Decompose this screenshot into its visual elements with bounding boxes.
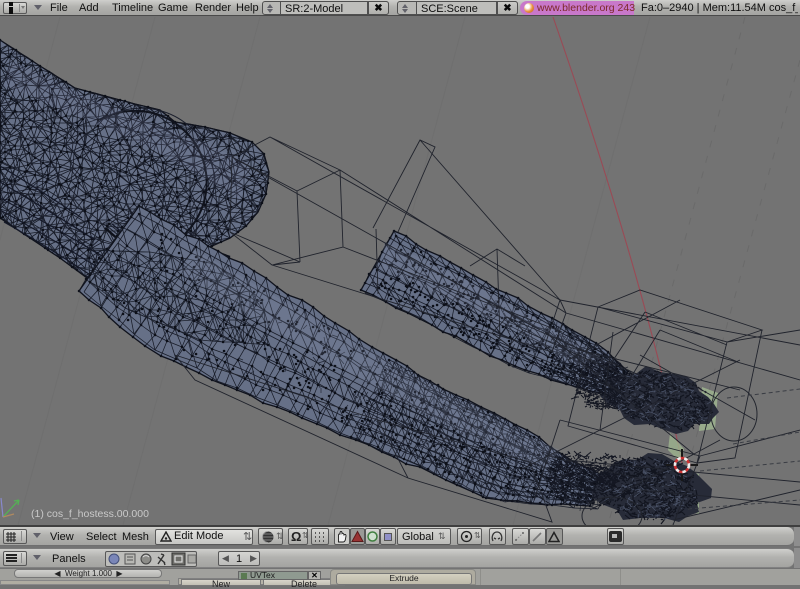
- svg-text:(1) cos_f_hostess.00.000: (1) cos_f_hostess.00.000: [31, 508, 149, 520]
